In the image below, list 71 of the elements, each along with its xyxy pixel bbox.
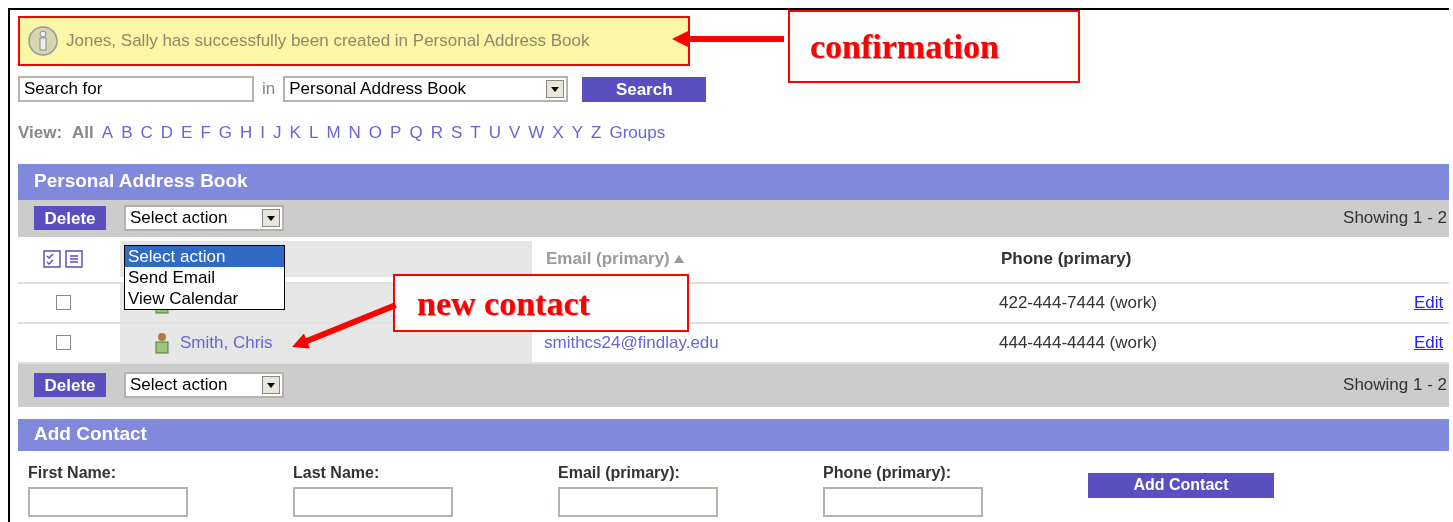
view-filter-link[interactable]: Q	[409, 120, 423, 146]
view-filter-link[interactable]: G	[218, 120, 233, 146]
input-field[interactable]	[558, 486, 718, 517]
view-filter-link[interactable]: Y	[571, 120, 583, 146]
scope-select[interactable]: Personal Address Book	[283, 76, 569, 102]
field-label: First Name:	[28, 462, 118, 483]
view-filter-link[interactable]: W	[528, 120, 545, 146]
list-icon[interactable]	[65, 250, 83, 268]
view-filter-link[interactable]: B	[121, 120, 133, 146]
view-filter-link[interactable]: R	[430, 120, 443, 146]
field-label: Phone (primary):	[823, 462, 952, 483]
phone-text: 444-444-4444 (work)	[999, 332, 1157, 352]
view-filter-link[interactable]: C	[140, 120, 153, 146]
field-label: Email (primary):	[558, 462, 681, 483]
view-filter-link[interactable]: F	[200, 120, 211, 146]
add-contact-button[interactable]: Add Contact	[1088, 472, 1274, 498]
view-label: View:	[18, 122, 63, 144]
view-filter-link[interactable]: N	[348, 120, 361, 146]
view-filter-link[interactable]: A	[101, 120, 114, 146]
showing-count: Showing 1 - 2	[1343, 207, 1448, 230]
view-filter-link[interactable]: Groups	[609, 120, 666, 146]
info-icon	[28, 26, 58, 56]
action-select[interactable]: Select action	[124, 372, 284, 398]
view-filter-link[interactable]: Z	[591, 120, 602, 146]
delete-button[interactable]: Delete	[34, 206, 106, 230]
select-all-icon[interactable]	[43, 250, 61, 268]
view-filter-link[interactable]: K	[289, 120, 301, 146]
view-filter-link[interactable]: P	[390, 120, 402, 146]
view-filter-link[interactable]: E	[181, 120, 193, 146]
view-filter-link[interactable]: D	[160, 120, 174, 146]
edit-link[interactable]: Edit	[1414, 289, 1444, 316]
email-link[interactable]: smithcs24@findlay.edu	[544, 332, 719, 352]
view-filter-link[interactable]: J	[273, 120, 282, 146]
confirmation-message: Jones, Sally has successfully been created in Personal Address Book	[66, 30, 590, 53]
panel-header: Add Contact	[18, 418, 1449, 451]
action-select[interactable]: Select action	[124, 205, 284, 231]
view-filter-link[interactable]: X	[552, 120, 564, 146]
column-header[interactable]: Email (primary)	[546, 246, 670, 272]
view-filter-link[interactable]: S	[450, 120, 463, 146]
callout-box: confirmation	[788, 10, 1080, 83]
menu-item[interactable]: Select action	[125, 246, 284, 267]
input-field[interactable]	[823, 486, 983, 517]
sort-icon	[673, 255, 684, 263]
phone-text: 422-444-7444 (work)	[999, 292, 1157, 312]
view-filter-link[interactable]: All	[72, 120, 94, 146]
menu-item[interactable]: View Calendar	[125, 288, 284, 309]
in-label: in	[262, 78, 276, 101]
view-filter-link[interactable]: O	[368, 120, 383, 146]
view-filter-link[interactable]: M	[326, 120, 341, 146]
view-filter-link[interactable]: U	[488, 120, 501, 146]
search-button[interactable]: Search	[582, 76, 707, 102]
input-field[interactable]	[28, 486, 188, 517]
panel-header: Personal Address Book	[18, 163, 1449, 200]
view-filter-link[interactable]: T	[470, 120, 481, 146]
view-filter-link[interactable]: I	[260, 120, 266, 146]
column-header[interactable]: Phone (primary)	[1001, 246, 1132, 272]
callout-box: new contact	[393, 274, 689, 332]
search-field[interactable]: Search for	[18, 76, 254, 102]
view-filter-link[interactable]: L	[308, 120, 319, 146]
view-filter-link[interactable]: V	[508, 120, 521, 146]
input-field[interactable]	[293, 486, 453, 517]
showing-count: Showing 1 - 2	[1343, 374, 1448, 397]
edit-link[interactable]: Edit	[1414, 329, 1444, 356]
view-filter-link[interactable]: H	[240, 120, 253, 146]
delete-button[interactable]: Delete	[34, 373, 106, 397]
person-icon	[154, 331, 170, 354]
row-checkbox[interactable]	[55, 295, 71, 310]
field-label: Last Name:	[293, 462, 381, 483]
menu-item[interactable]: Send Email	[125, 267, 284, 288]
contact-name-link[interactable]: Smith, Chris	[180, 329, 273, 356]
row-checkbox[interactable]	[55, 335, 71, 350]
